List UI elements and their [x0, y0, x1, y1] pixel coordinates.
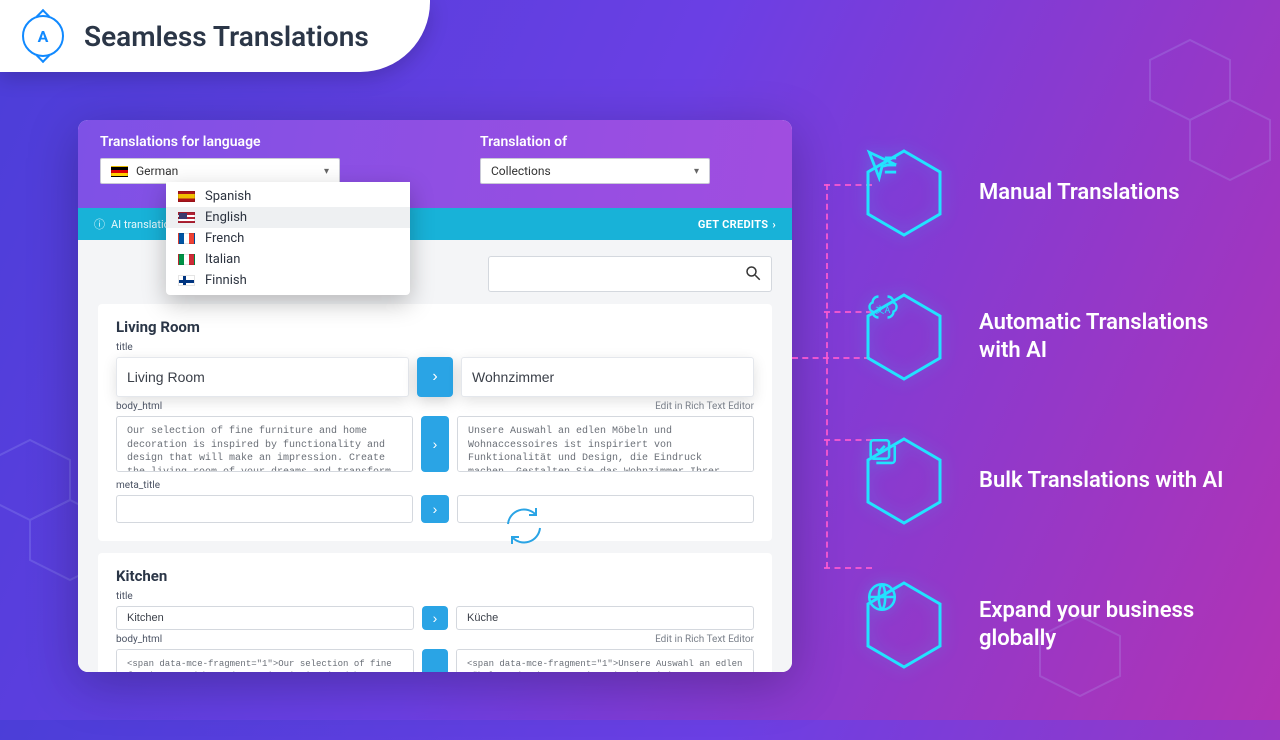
feature-item: Expand your business globally — [865, 580, 1265, 670]
brand-logo: A — [22, 15, 64, 57]
meta-title-target-input[interactable] — [457, 495, 754, 523]
language-option-english[interactable]: English — [166, 207, 410, 228]
body-source-input[interactable]: Our selection of fine furniture and home… — [116, 416, 413, 472]
body-source-input[interactable]: <span data-mce-fragment="1">Our selectio… — [116, 649, 414, 672]
translate-body-button[interactable]: › — [421, 416, 449, 472]
info-icon: ⓘ — [94, 216, 105, 232]
translate-meta-title-button[interactable]: › — [421, 495, 449, 523]
section-heading: Kitchen — [116, 567, 754, 585]
feature-label: Automatic Translations with AI — [979, 309, 1239, 365]
title-source-input[interactable] — [116, 606, 414, 630]
feature-label: Expand your business globally — [979, 597, 1239, 653]
flag-icon — [178, 191, 195, 202]
get-credits-button[interactable]: GET CREDITS › — [698, 218, 776, 231]
hexagon-badge: 文A — [865, 292, 943, 382]
section-heading: Living Room — [116, 318, 754, 336]
cursor-list-icon — [865, 148, 899, 182]
language-option-label: Italian — [205, 252, 240, 267]
language-option-label: Finnish — [205, 273, 247, 288]
connector-line — [792, 357, 870, 359]
hexagon-badge — [865, 580, 943, 670]
language-option-finnish[interactable]: Finnish — [166, 270, 410, 291]
flag-icon — [178, 233, 195, 244]
globe-icon — [865, 580, 899, 614]
brand-header: A Seamless Translations — [0, 0, 430, 72]
flag-icon — [111, 166, 128, 177]
chevron-down-icon: ▾ — [324, 166, 329, 177]
title-source-input[interactable] — [116, 357, 409, 397]
rich-text-editor-link[interactable]: Edit in Rich Text Editor — [655, 634, 754, 645]
hexagon-badge — [865, 148, 943, 238]
language-label: Translations for language — [100, 134, 340, 150]
translation-of-label: Translation of — [480, 134, 710, 150]
flag-icon — [178, 275, 195, 286]
language-option-spanish[interactable]: Spanish — [166, 186, 410, 207]
field-label-body: body_html — [116, 401, 162, 412]
feature-item: Bulk Translations with AI — [865, 436, 1265, 526]
field-label-title: title — [116, 342, 754, 353]
title-target-input[interactable] — [456, 606, 754, 630]
feature-label: Bulk Translations with AI — [979, 467, 1224, 495]
feature-label: Manual Translations — [979, 179, 1180, 207]
connector-line — [826, 184, 828, 358]
translate-title-button[interactable]: › — [417, 357, 453, 397]
hexagon-badge — [865, 436, 943, 526]
flag-icon — [178, 254, 195, 265]
language-dropdown: Spanish English French Italian Finnish — [166, 182, 410, 295]
feature-list: Manual Translations 文A Automatic Transla… — [865, 148, 1265, 670]
language-option-label: English — [205, 210, 247, 225]
meta-title-source-input[interactable] — [116, 495, 413, 523]
checklist-stack-icon — [865, 436, 899, 470]
search-icon — [744, 264, 762, 286]
language-option-french[interactable]: French — [166, 228, 410, 249]
svg-text:文: 文 — [876, 304, 885, 316]
connector-line — [826, 358, 828, 568]
language-select-value: German — [136, 164, 178, 178]
section-kitchen: Kitchen title › body_html Edit in Rich T… — [98, 553, 772, 672]
field-label-body: body_html — [116, 634, 162, 645]
body-target-input[interactable]: Unsere Auswahl an edlen Möbeln und Wohna… — [457, 416, 754, 472]
language-option-label: Spanish — [205, 189, 251, 204]
flag-icon — [178, 212, 195, 223]
translate-body-button[interactable]: › — [422, 649, 448, 672]
language-option-label: French — [205, 231, 244, 246]
language-select[interactable]: German ▾ — [100, 158, 340, 184]
field-label-title: title — [116, 591, 754, 602]
field-label-meta-title: meta_title — [116, 480, 754, 491]
title-target-input[interactable] — [461, 357, 754, 397]
brand-title: Seamless Translations — [84, 20, 369, 53]
feature-item: 文A Automatic Translations with AI — [865, 292, 1265, 382]
content-type-select[interactable]: Collections ▾ — [480, 158, 710, 184]
language-option-italian[interactable]: Italian — [166, 249, 410, 270]
search-container — [488, 256, 772, 292]
feature-item: Manual Translations — [865, 148, 1265, 238]
search-input[interactable] — [488, 256, 772, 292]
content-type-value: Collections — [491, 164, 551, 178]
chevron-down-icon: ▾ — [694, 166, 699, 177]
section-living-room: Living Room title › body_html Edit in Ri… — [98, 304, 772, 541]
chevron-right-icon: › — [772, 218, 776, 231]
translate-title-button[interactable]: › — [422, 606, 448, 630]
svg-text:A: A — [885, 306, 891, 316]
body-target-input[interactable]: <span data-mce-fragment="1">Unsere Auswa… — [456, 649, 754, 672]
rich-text-editor-link[interactable]: Edit in Rich Text Editor — [655, 401, 754, 412]
ai-brain-icon: 文A — [865, 292, 901, 328]
app-body: Living Room title › body_html Edit in Ri… — [78, 240, 792, 672]
